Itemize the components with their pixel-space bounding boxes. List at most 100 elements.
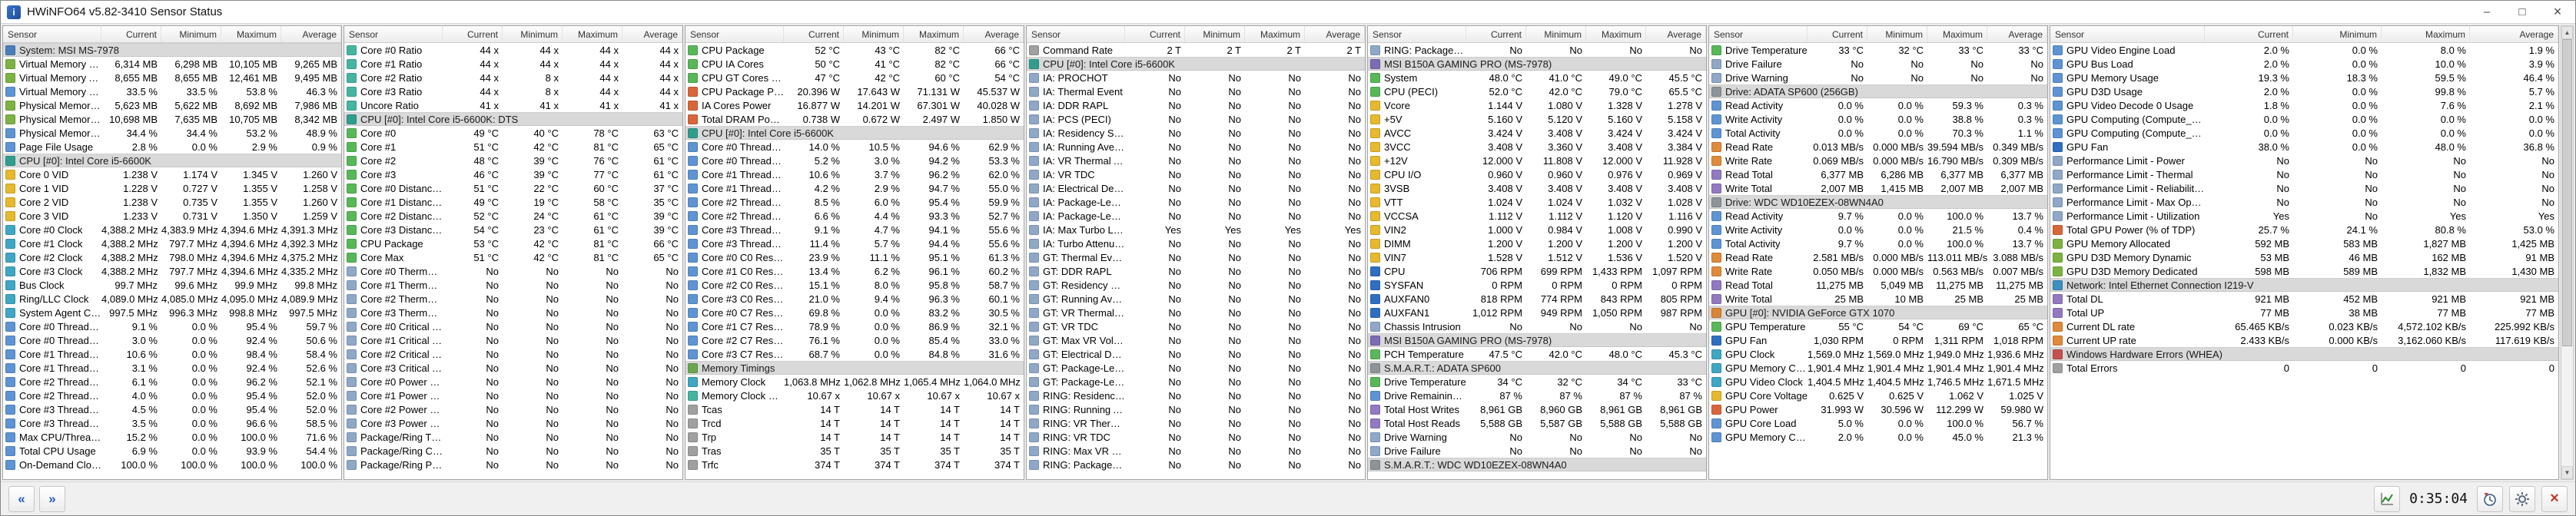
- sensor-row[interactable]: Uncore Ratio41 x41 x41 x41 x: [344, 98, 682, 112]
- sensor-row[interactable]: Trp14 T14 T14 T14 T: [685, 430, 1024, 444]
- sensor-row[interactable]: Core #049 °C40 °C78 °C63 °C: [344, 126, 682, 140]
- sensor-row[interactable]: Core #2 Distance to TjMAX52 °C24 °C61 °C…: [344, 209, 682, 223]
- sensor-row[interactable]: Package/Ring Critical TemperatureNoNoNoN…: [344, 444, 682, 458]
- sensor-row[interactable]: Total GPU Power (% of TDP)25.7 %24.1 %80…: [2050, 223, 2558, 237]
- scroll-up-icon[interactable]: ▲: [2561, 26, 2573, 39]
- sensor-group-header[interactable]: S.M.A.R.T.: WDC WD10EZEX-08WN4A0: [1368, 458, 1706, 471]
- sensor-row[interactable]: Core #3 Thread #0 C0 Residency9.1 %4.7 %…: [685, 223, 1024, 237]
- sensor-row[interactable]: Total CPU Usage6.9 %0.0 %93.9 %54.4 %: [3, 444, 341, 458]
- sensor-row[interactable]: IA: PCS (PECI)NoNoNoNo: [1027, 112, 1365, 126]
- sensor-row[interactable]: Drive Remaining Life87 %87 %87 %87 %: [1368, 389, 1706, 402]
- sensor-row[interactable]: GPU D3D Usage2.0 %0.0 %99.8 %5.7 %: [2050, 84, 2558, 98]
- sensor-row[interactable]: GT: Thermal EventNoNoNoNo: [1027, 250, 1365, 264]
- sensor-row[interactable]: Core #0 C0 Residency23.9 %11.1 %95.1 %61…: [685, 250, 1024, 264]
- sensor-row[interactable]: Physical Memory Used5,623 MB5,622 MB8,69…: [3, 98, 341, 112]
- sensor-row[interactable]: Core #0 Clock4,388.2 MHz4,383.9 MHz4,394…: [3, 223, 341, 237]
- sensor-row[interactable]: On-Demand Clock Modulation100.0 %100.0 %…: [3, 458, 341, 471]
- sensor-group-header[interactable]: CPU [#0]: Intel Core i5-6600K: [685, 126, 1024, 140]
- sensor-row[interactable]: Core #1 Critical TemperatureNoNoNoNo: [344, 333, 682, 347]
- sensor-row[interactable]: Package/Ring Thermal ThrottlingNoNoNoNo: [344, 430, 682, 444]
- sensor-row[interactable]: Core #3 Critical TemperatureNoNoNoNo: [344, 361, 682, 375]
- sensor-group-header[interactable]: MSI B150A GAMING PRO (MS-7978): [1368, 333, 1706, 347]
- sensor-row[interactable]: Core #2 Power Limit ExceededNoNoNoNo: [344, 402, 682, 416]
- sensor-row[interactable]: Bus Clock99.7 MHz99.6 MHz99.9 MHz99.8 MH…: [3, 278, 341, 292]
- sensor-row[interactable]: Read Activity9.7 %0.0 %100.0 %13.7 %: [1709, 209, 2047, 223]
- sensor-row[interactable]: RING: VR Thermal AlertNoNoNoNo: [1027, 416, 1365, 430]
- sensor-row[interactable]: Core #2 Ratio44 x8 x44 x44 x: [344, 71, 682, 84]
- sensor-row[interactable]: Core #3 C0 Residency21.0 %9.4 %96.3 %60.…: [685, 292, 1024, 306]
- scroll-down-icon[interactable]: ▼: [2561, 466, 2573, 479]
- sensor-row[interactable]: Core #1 Distance to TjMAX49 °C19 °C58 °C…: [344, 195, 682, 209]
- sensor-row[interactable]: Memory Clock Ratio10.67 x10.67 x10.67 x1…: [685, 389, 1024, 402]
- sensor-row[interactable]: Virtual Memory Available8,655 MB8,655 MB…: [3, 71, 341, 84]
- sensor-group-header[interactable]: Memory Timings: [685, 361, 1024, 375]
- sensor-row[interactable]: GT: Package-Level RAPLNoNoNoNo: [1027, 361, 1365, 375]
- sensor-row[interactable]: Core #1 Power Limit ExceededNoNoNoNo: [344, 389, 682, 402]
- sensor-row[interactable]: Core #3 Clock4,388.2 MHz797.7 MHz4,394.6…: [3, 264, 341, 278]
- sensor-row[interactable]: IA: Residency State RegulationNoNoNoNo: [1027, 126, 1365, 140]
- sensor-row[interactable]: Ring/LLC Clock4,089.0 MHz4,085.0 MHz4,09…: [3, 292, 341, 306]
- sensor-row[interactable]: 3VCC3.408 V3.360 V3.408 V3.384 V: [1368, 140, 1706, 154]
- sensor-row[interactable]: IA: Max Turbo LimitYesYesYesYes: [1027, 223, 1365, 237]
- sensor-row[interactable]: GPU Memory Usage19.3 %18.3 %59.5 %46.4 %: [2050, 71, 2558, 84]
- sensor-row[interactable]: GT: Electrical Design PointNoNoNoNo: [1027, 347, 1365, 361]
- sensor-row[interactable]: Tcas14 T14 T14 T14 T: [685, 402, 1024, 416]
- sensor-row[interactable]: Core #2 Thread #1 C0 Residency6.6 %4.4 %…: [685, 209, 1024, 223]
- sensor-row[interactable]: Current DL rate65.465 KB/s0.023 KB/s4,57…: [2050, 319, 2558, 333]
- sensor-row[interactable]: RING: VR TDCNoNoNoNo: [1027, 430, 1365, 444]
- sensor-row[interactable]: Read Total11,275 MB5,049 MB11,275 MB11,2…: [1709, 278, 2047, 292]
- sensor-row[interactable]: Core #1 C0 Residency13.4 %6.2 %96.1 %60.…: [685, 264, 1024, 278]
- sensor-row[interactable]: Core #1 Thread #1 C0 Residency4.2 %2.9 %…: [685, 181, 1024, 195]
- sensor-row[interactable]: IA: VR TDCNoNoNoNo: [1027, 167, 1365, 181]
- sensor-row[interactable]: Total Host Writes8,961 GB8,960 GB8,961 G…: [1368, 402, 1706, 416]
- sensor-row[interactable]: AVCC3.424 V3.408 V3.424 V3.424 V: [1368, 126, 1706, 140]
- sensor-row[interactable]: GPU Video Clock1,404.5 MHz1,404.5 MHz1,7…: [1709, 375, 2047, 389]
- sensor-row[interactable]: GPU Power31.993 W30.596 W112.299 W59.980…: [1709, 402, 2047, 416]
- vertical-scrollbar[interactable]: ▲ ▼: [2561, 25, 2574, 480]
- sensor-row[interactable]: Core #3 Thermal ThrottlingNoNoNoNo: [344, 306, 682, 319]
- sensor-group-header[interactable]: CPU [#0]: Intel Core i5-6600K: [1027, 57, 1365, 71]
- sensor-row[interactable]: Drive Temperature34 °C32 °C34 °C33 °C: [1368, 375, 1706, 389]
- sensor-row[interactable]: IA: Package-Level PL1, PL2NoNoNoNo: [1027, 209, 1365, 223]
- sensor-group-header[interactable]: CPU [#0]: Intel Core i5-6600K: [3, 154, 341, 167]
- sensor-row[interactable]: Virtual Memory Committed6,314 MB6,298 MB…: [3, 57, 341, 71]
- sensor-row[interactable]: Core #2 C0 Residency15.1 %8.0 %95.8 %58.…: [685, 278, 1024, 292]
- sensor-row[interactable]: DIMM1.200 V1.200 V1.200 V1.200 V: [1368, 237, 1706, 250]
- sensor-row[interactable]: SYSFAN0 RPM0 RPM0 RPM0 RPM: [1368, 278, 1706, 292]
- sensor-row[interactable]: +12V12.000 V11.808 V12.000 V11.928 V: [1368, 154, 1706, 167]
- sensor-row[interactable]: Core #3 C7 Residency68.7 %0.0 %84.8 %31.…: [685, 347, 1024, 361]
- sensor-group-header[interactable]: MSI B150A GAMING PRO (MS-7978): [1368, 57, 1706, 71]
- sensor-row[interactable]: Core #3 Power Limit ExceededNoNoNoNo: [344, 416, 682, 430]
- sensor-row[interactable]: Core #1 Thread #1 Usage3.1 %0.0 %92.4 %5…: [3, 361, 341, 375]
- sensor-row[interactable]: Core #1 C7 Residency78.9 %0.0 %86.9 %32.…: [685, 319, 1024, 333]
- sensor-row[interactable]: Command Rate2 T2 T2 T2 T: [1027, 43, 1365, 57]
- sensor-row[interactable]: Physical Memory Available10,698 MB7,635 …: [3, 112, 341, 126]
- sensor-row[interactable]: Total Activity0.0 %0.0 %70.3 %1.1 %: [1709, 126, 2047, 140]
- sensor-row[interactable]: Core 3 VID1.233 V0.731 V1.350 V1.259 V: [3, 209, 341, 223]
- sensor-row[interactable]: Core #248 °C39 °C76 °C61 °C: [344, 154, 682, 167]
- sensor-group-header[interactable]: CPU [#0]: Intel Core i5-6600K: DTS: [344, 112, 682, 126]
- sensor-row[interactable]: Write Activity0.0 %0.0 %38.8 %0.3 %: [1709, 112, 2047, 126]
- sensor-row[interactable]: CPU (PECI)52.0 °C42.0 °C79.0 °C65.5 °C: [1368, 84, 1706, 98]
- sensor-row[interactable]: Page File Usage2.8 %0.0 %2.9 %0.9 %: [3, 140, 341, 154]
- sensor-row[interactable]: GT: Running Average Thermal LimitNoNoNoN…: [1027, 292, 1365, 306]
- sensor-row[interactable]: Core #1 Ratio44 x44 x44 x44 x: [344, 57, 682, 71]
- sensor-row[interactable]: RING: Package-Level RAPLNoNoNoNo: [1027, 458, 1365, 471]
- sensor-row[interactable]: Drive FailureNoNoNoNo: [1709, 57, 2047, 71]
- scroll-columns-left-button[interactable]: «: [8, 486, 35, 512]
- close-button[interactable]: ×: [2540, 1, 2575, 23]
- sensor-row[interactable]: GPU Fan1,030 RPM0 RPM1,311 RPM1,018 RPM: [1709, 333, 2047, 347]
- scrollbar-thumb[interactable]: [2562, 39, 2572, 346]
- sensor-row[interactable]: Performance Limit - Reliability VoltageN…: [2050, 181, 2558, 195]
- sensor-row[interactable]: Trcd14 T14 T14 T14 T: [685, 416, 1024, 430]
- sensor-group-header[interactable]: S.M.A.R.T.: ADATA SP600: [1368, 361, 1706, 375]
- sensor-row[interactable]: Tras35 T35 T35 T35 T: [685, 444, 1024, 458]
- sensor-row[interactable]: Max CPU/Thread Usage15.2 %0.0 %100.0 %71…: [3, 430, 341, 444]
- sensor-row[interactable]: GPU Computing (Compute_1) Usage0.0 %0.0 …: [2050, 126, 2558, 140]
- sensor-row[interactable]: Core #2 Thread #0 C0 Residency8.5 %6.0 %…: [685, 195, 1024, 209]
- sensor-row[interactable]: Core 1 VID1.228 V0.727 V1.355 V1.258 V: [3, 181, 341, 195]
- sensor-row[interactable]: GT: VR Thermal AlertNoNoNoNo: [1027, 306, 1365, 319]
- sensor-row[interactable]: Package/Ring Power Limit ExceededNoNoNoN…: [344, 458, 682, 471]
- sensor-row[interactable]: Trfc374 T374 T374 T374 T: [685, 458, 1024, 471]
- sensor-row[interactable]: GPU Core Load5.0 %0.0 %100.0 %56.7 %: [1709, 416, 2047, 430]
